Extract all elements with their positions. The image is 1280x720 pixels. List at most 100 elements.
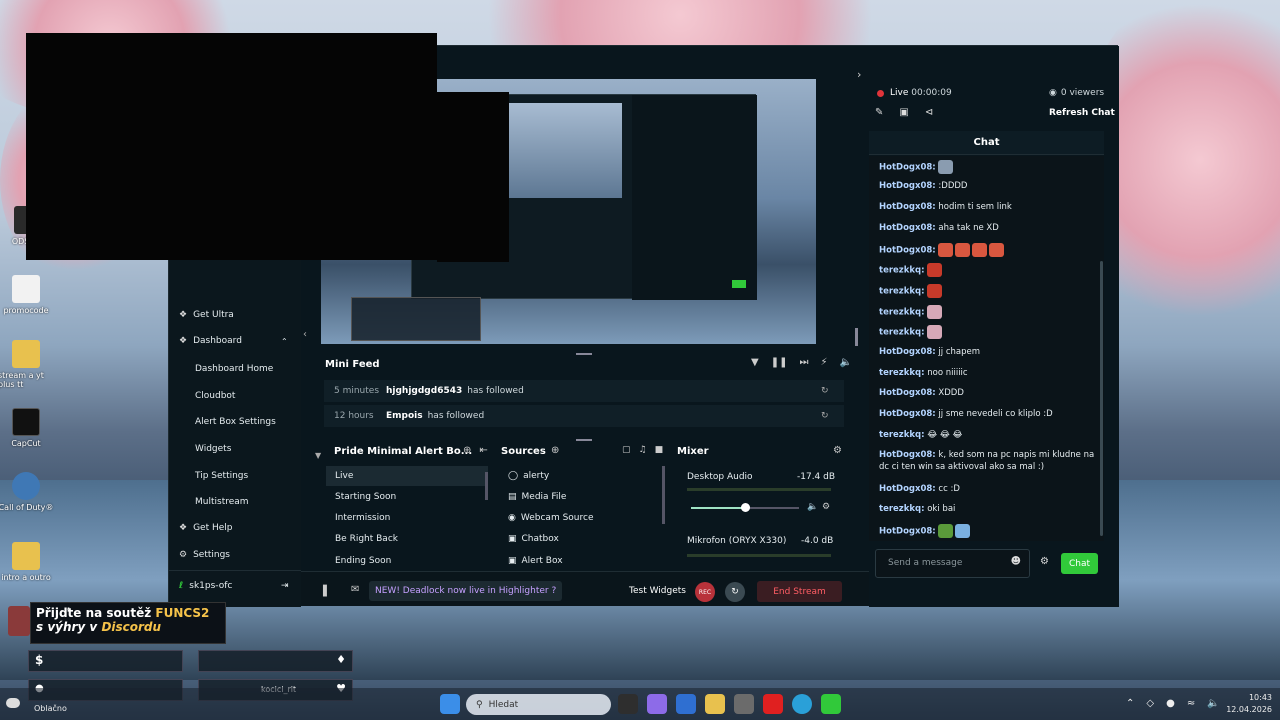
mute-alerts-icon[interactable]: ⚡	[820, 357, 827, 368]
chat-username[interactable]: terezkkq:	[879, 430, 925, 440]
scrollbar[interactable]	[485, 472, 488, 500]
add-source-icon[interactable]: ⊕	[551, 445, 559, 456]
replay-buffer-icon[interactable]: ↻	[725, 582, 745, 602]
test-widgets-button[interactable]: Test Widgets	[629, 586, 686, 596]
chat-username[interactable]: HotDogx08:	[879, 450, 936, 460]
chat-username[interactable]: terezkkq:	[879, 328, 925, 338]
notification-icon[interactable]: ✉	[351, 584, 359, 595]
scene-item[interactable]: Starting Soon	[326, 487, 396, 507]
volume-slider-handle[interactable]	[741, 503, 750, 512]
pause-icon[interactable]: ❚❚	[771, 357, 788, 368]
resize-handle[interactable]	[576, 439, 592, 441]
collapse-icon[interactable]: ▼	[315, 451, 321, 460]
sidebar-item-alert-box-settings[interactable]: Alert Box Settings	[195, 417, 276, 427]
chat-username[interactable]: HotDogx08:	[879, 223, 936, 233]
desktop-icon-capcut[interactable]: CapCut	[0, 408, 54, 448]
filter-icon[interactable]: ▼	[751, 357, 759, 368]
chat-username[interactable]: HotDogx08:	[879, 409, 936, 419]
replay-icon[interactable]: ↻	[821, 386, 829, 396]
sidebar-item-settings[interactable]: ⚙ Settings	[179, 550, 230, 560]
expand-chat-icon[interactable]: ›	[857, 68, 861, 81]
scrollbar[interactable]	[662, 466, 665, 524]
streamlabs-icon[interactable]	[821, 694, 841, 714]
volume-icon[interactable]: 🔈	[840, 357, 852, 368]
clock[interactable]: 10:43 12.04.2026	[1222, 692, 1272, 716]
collapse-sidebar-icon[interactable]: ‹	[303, 329, 307, 340]
desktop-icon-stream-folder[interactable]: stream a yt plus tt	[0, 340, 54, 389]
source-item[interactable]: ▣ Chatbox	[508, 529, 559, 549]
chat-username[interactable]: HotDogx08:	[879, 484, 936, 494]
news-banner[interactable]: NEW! Deadlock now live in Highlighter ?	[369, 581, 563, 601]
sidebar-item-get-ultra[interactable]: ❖ Get Ultra	[179, 310, 234, 320]
task-view-icon[interactable]	[618, 694, 638, 714]
chat-username[interactable]: HotDogx08:	[879, 347, 936, 357]
chat-username[interactable]: HotDogx08:	[879, 246, 936, 256]
speaker-icon[interactable]: 🔈	[807, 502, 818, 512]
chevron-up-icon[interactable]: ⌃	[1126, 698, 1134, 709]
edge-icon[interactable]	[792, 694, 812, 714]
windows-start-icon[interactable]	[440, 694, 460, 714]
desktop-icon-cod[interactable]: Call of Duty®	[0, 472, 54, 512]
scene-item[interactable]: Ending Soon	[326, 551, 391, 571]
mic-icon[interactable]: ●	[1166, 698, 1175, 709]
desktop-icon-promocode[interactable]: promocode	[0, 275, 54, 315]
chat-username[interactable]: terezkkq:	[879, 287, 925, 297]
share-icon[interactable]: ⊲	[925, 107, 933, 118]
sidebar-account[interactable]: ℓ sk1ps-ofc ⇥	[179, 581, 289, 591]
record-button[interactable]: REC	[695, 582, 715, 602]
gear-icon[interactable]: ⚙	[1040, 556, 1049, 567]
sidebar-item-dashboard[interactable]: ❖ Dashboard ⌃	[179, 336, 288, 346]
camera-icon[interactable]: ▣	[899, 107, 908, 118]
chat-username[interactable]: terezkkq:	[879, 266, 925, 276]
chat-send-button[interactable]: Chat	[1061, 553, 1098, 574]
refresh-chat-button[interactable]: Refresh Chat	[1049, 108, 1115, 118]
skip-icon[interactable]: ⏭	[799, 357, 808, 368]
emoji-icon[interactable]: ☻	[1011, 556, 1021, 567]
logout-icon[interactable]: ⇥	[281, 581, 289, 591]
audio-icon[interactable]: ♫	[639, 445, 647, 455]
sidebar-item-get-help[interactable]: ❖ Get Help	[179, 523, 233, 533]
volume-icon[interactable]: 🔈	[1207, 698, 1219, 709]
file-explorer-icon[interactable]	[705, 694, 725, 714]
source-item[interactable]: ▤ Media File	[508, 487, 566, 507]
store-icon[interactable]	[734, 694, 754, 714]
replay-icon[interactable]: ↻	[821, 411, 829, 421]
add-scene-icon[interactable]: ⊕	[463, 445, 471, 456]
chat-username[interactable]: terezkkq:	[879, 368, 925, 378]
desktop-icon-intro-folder[interactable]: intro a outro	[0, 542, 54, 582]
scene-transition-icon[interactable]: ⇤	[479, 445, 487, 456]
scene-item[interactable]: Be Right Back	[326, 529, 398, 549]
chat-username[interactable]: HotDogx08:	[879, 181, 936, 191]
source-item[interactable]: ◉ Webcam Source	[508, 508, 593, 528]
sidebar-item-widgets[interactable]: Widgets	[195, 444, 231, 454]
folder-icon[interactable]: ■	[655, 445, 664, 455]
source-item[interactable]: ◯ alerty	[508, 466, 549, 486]
taskbar-search[interactable]: ⚲ Hledat	[466, 694, 611, 715]
end-stream-button[interactable]: End Stream	[757, 581, 842, 602]
chat-username[interactable]: terezkkq:	[879, 308, 925, 318]
wifi-icon[interactable]: ≈	[1187, 698, 1195, 709]
stats-icon[interactable]: ▌	[323, 586, 331, 597]
youtube-icon[interactable]	[763, 694, 783, 714]
gear-icon[interactable]: ⚙	[822, 502, 830, 512]
chat-username[interactable]: HotDogx08:	[879, 202, 936, 212]
chat-scrollbar[interactable]	[1100, 261, 1103, 536]
group-icon[interactable]: ▢	[622, 445, 631, 455]
outlook-icon[interactable]	[676, 694, 696, 714]
sidebar-item-cloudbot[interactable]: Cloudbot	[195, 391, 235, 401]
chat-username[interactable]: HotDogx08:	[879, 163, 936, 173]
resize-handle[interactable]	[855, 328, 858, 346]
edit-icon[interactable]: ✎	[875, 107, 883, 118]
scene-item-live[interactable]: Live	[326, 466, 488, 486]
chat-input-field[interactable]: Send a message ☻	[875, 549, 1030, 578]
sidebar-item-dashboard-home[interactable]: Dashboard Home	[195, 364, 273, 374]
network-icon[interactable]: ◇	[1146, 698, 1154, 709]
chat-username[interactable]: terezkkq:	[879, 504, 925, 514]
sidebar-item-multistream[interactable]: Multistream	[195, 497, 249, 507]
gear-icon[interactable]: ⚙	[833, 445, 842, 456]
copilot-icon[interactable]	[647, 694, 667, 714]
sidebar-item-tip-settings[interactable]: Tip Settings	[195, 471, 248, 481]
source-item[interactable]: ▣ Alert Box	[508, 551, 563, 571]
chat-username[interactable]: HotDogx08:	[879, 527, 936, 537]
chat-username[interactable]: HotDogx08:	[879, 388, 936, 398]
